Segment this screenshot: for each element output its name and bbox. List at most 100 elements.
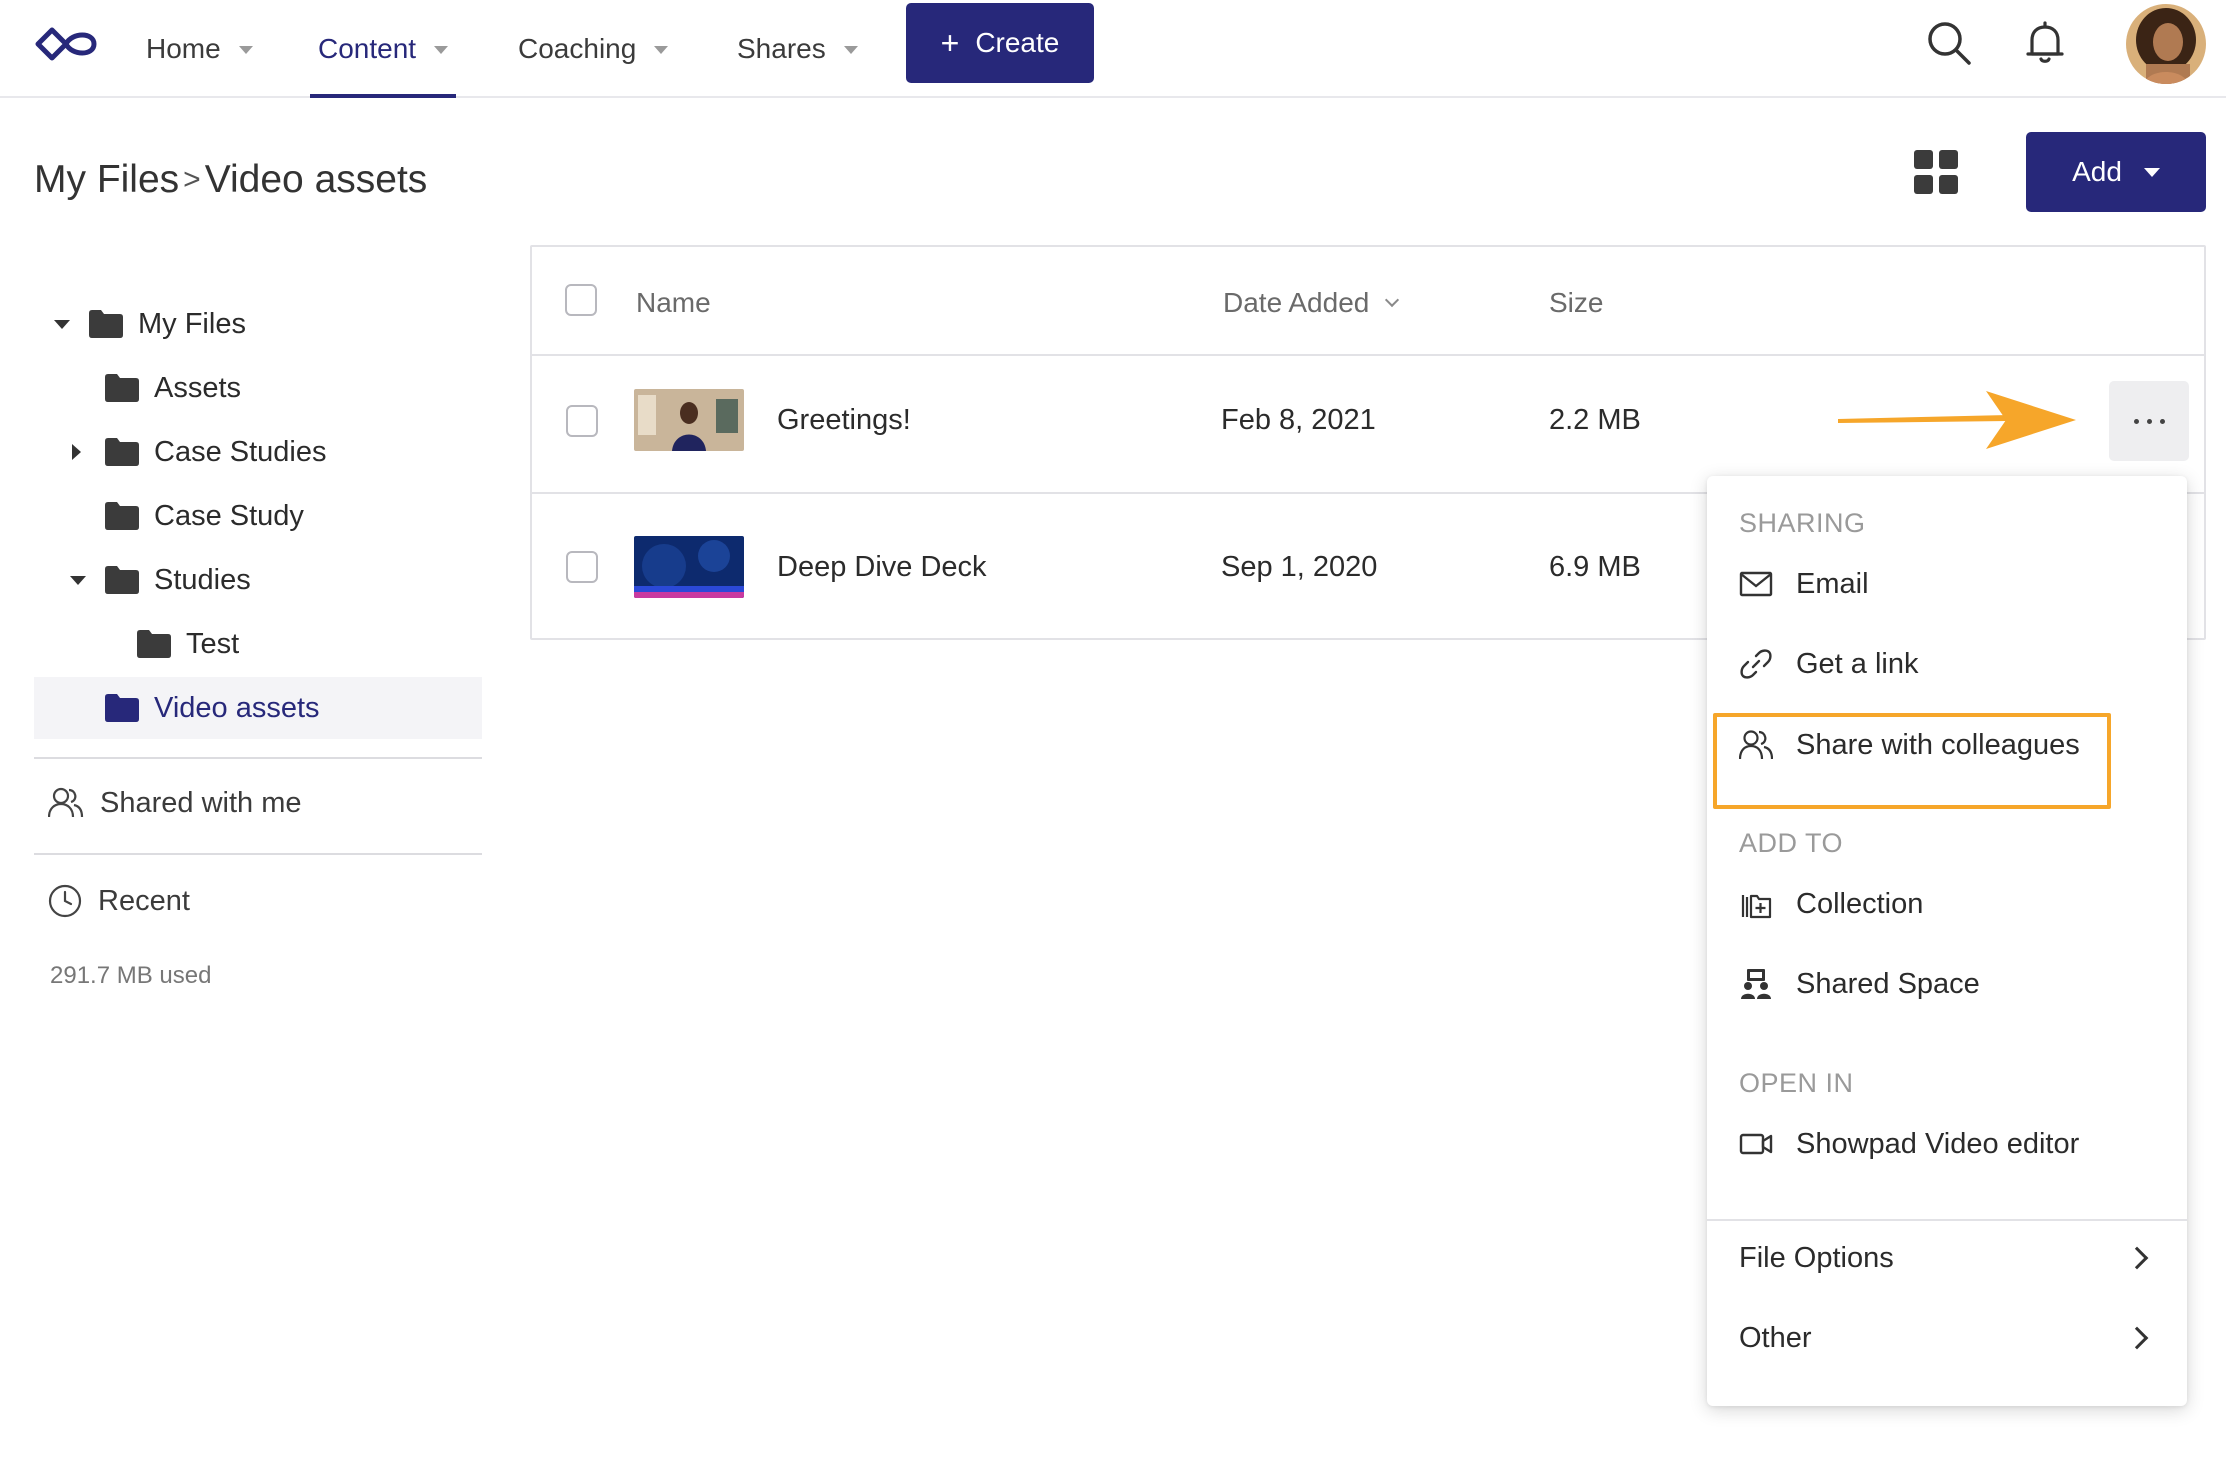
menu-item-email[interactable]: Email bbox=[1707, 552, 2187, 616]
sidebar-item-my-files[interactable]: My Files bbox=[34, 293, 482, 355]
recent-label: Recent bbox=[98, 884, 190, 917]
menu-item-shared-space[interactable]: Shared Space bbox=[1707, 952, 2187, 1016]
column-header-date-label: Date Added bbox=[1223, 287, 1370, 318]
sidebar-item-studies[interactable]: Studies bbox=[34, 549, 482, 611]
sidebar-item-label: Test bbox=[186, 627, 240, 660]
search-icon[interactable] bbox=[1924, 18, 1974, 68]
create-button[interactable]: + Create bbox=[906, 3, 1094, 83]
chevron-down-icon bbox=[2143, 167, 2160, 177]
shared-with-me-label: Shared with me bbox=[100, 786, 302, 819]
select-all-checkbox[interactable] bbox=[565, 284, 597, 316]
chevron-down-icon bbox=[238, 46, 253, 54]
nav-shares[interactable]: Shares bbox=[737, 0, 858, 98]
sidebar-item-test[interactable]: Test bbox=[34, 613, 482, 675]
row-checkbox[interactable] bbox=[566, 405, 598, 437]
sidebar-item-case-study[interactable]: Case Study bbox=[34, 485, 482, 547]
sort-chevron-icon bbox=[1385, 292, 1400, 308]
nav-home[interactable]: Home bbox=[146, 0, 253, 98]
caret-down-icon[interactable] bbox=[70, 575, 86, 585]
create-button-label: Create bbox=[975, 27, 1060, 58]
add-button-label: Add bbox=[2072, 156, 2122, 187]
sidebar-item-label: Case Study bbox=[154, 499, 304, 532]
breadcrumb-separator: > bbox=[183, 163, 201, 196]
add-button[interactable]: Add bbox=[2026, 132, 2206, 212]
link-icon bbox=[1740, 649, 1772, 679]
shared-space-icon bbox=[1741, 969, 1771, 999]
row-checkbox[interactable] bbox=[566, 551, 598, 583]
thumbnail-image-icon bbox=[634, 389, 744, 451]
showpad-logo-icon[interactable] bbox=[32, 24, 100, 64]
nav-content[interactable]: Content bbox=[310, 0, 457, 98]
menu-item-label: Shared Space bbox=[1796, 967, 1980, 1000]
bell-icon[interactable] bbox=[2020, 18, 2070, 68]
video-thumbnail[interactable] bbox=[634, 536, 744, 598]
people-icon bbox=[1739, 730, 1773, 760]
ellipsis-icon bbox=[2133, 418, 2165, 424]
shared-with-me-link[interactable]: Shared with me bbox=[48, 786, 302, 820]
menu-item-collection[interactable]: Collection bbox=[1707, 872, 2187, 936]
sidebar-item-label: Assets bbox=[154, 371, 242, 404]
menu-item-file-options[interactable]: File Options bbox=[1707, 1226, 2187, 1290]
sidebar-item-video-assets[interactable]: Video assets bbox=[34, 677, 482, 739]
folder-icon bbox=[89, 310, 123, 338]
breadcrumb-root[interactable]: My Files bbox=[34, 158, 179, 202]
breadcrumb-current: Video assets bbox=[204, 158, 428, 201]
thumbnail-image-icon bbox=[634, 536, 744, 598]
menu-item-get-link[interactable]: Get a link bbox=[1707, 632, 2187, 696]
menu-item-label: Email bbox=[1796, 567, 1869, 600]
user-avatar[interactable] bbox=[2126, 4, 2206, 84]
top-navigation-bar: Home Content Coaching Shares + Create bbox=[0, 0, 2226, 98]
video-thumbnail[interactable] bbox=[634, 389, 744, 451]
clock-icon bbox=[48, 884, 82, 918]
annotation-arrow-icon bbox=[1838, 391, 2076, 449]
avatar-photo-icon bbox=[2126, 4, 2206, 84]
chevron-right-icon bbox=[2125, 1246, 2149, 1270]
menu-item-share-with-colleagues[interactable]: Share with colleagues bbox=[1707, 713, 2187, 777]
file-size: 6.9 MB bbox=[1549, 551, 1641, 583]
recent-link[interactable]: Recent bbox=[48, 884, 190, 918]
chevron-down-icon bbox=[843, 46, 858, 54]
sidebar-divider bbox=[34, 853, 482, 855]
menu-item-label: Other bbox=[1739, 1321, 1812, 1354]
grid-view-icon[interactable] bbox=[1914, 150, 1958, 194]
file-name[interactable]: Deep Dive Deck bbox=[777, 551, 987, 584]
column-header-name[interactable]: Name bbox=[636, 287, 711, 319]
file-date: Feb 8, 2021 bbox=[1221, 404, 1376, 436]
nav-coaching-label: Coaching bbox=[518, 33, 637, 64]
folder-icon bbox=[105, 374, 139, 402]
collection-add-icon bbox=[1741, 894, 1772, 919]
menu-item-label: Share with colleagues bbox=[1796, 728, 2080, 761]
file-date: Sep 1, 2020 bbox=[1221, 551, 1378, 583]
more-options-button[interactable] bbox=[2109, 381, 2189, 461]
folder-icon bbox=[105, 502, 139, 530]
menu-item-label: Get a link bbox=[1796, 647, 1919, 680]
folder-icon bbox=[137, 630, 171, 658]
caret-down-icon[interactable] bbox=[54, 319, 70, 329]
menu-divider bbox=[1707, 1219, 2187, 1221]
menu-item-label: Collection bbox=[1796, 887, 1924, 920]
storage-usage: 291.7 MB used bbox=[50, 962, 212, 989]
video-camera-icon bbox=[1739, 1133, 1773, 1155]
menu-item-video-editor[interactable]: Showpad Video editor bbox=[1707, 1112, 2187, 1176]
sidebar-item-label: My Files bbox=[138, 307, 246, 340]
breadcrumb: My Files > Video assets bbox=[34, 158, 427, 202]
envelope-icon bbox=[1739, 571, 1773, 597]
nav-home-label: Home bbox=[146, 33, 221, 64]
column-header-date-added[interactable]: Date Added bbox=[1223, 287, 1400, 319]
file-size: 2.2 MB bbox=[1549, 404, 1641, 436]
file-name[interactable]: Greetings! bbox=[777, 404, 911, 437]
caret-right-icon[interactable] bbox=[72, 444, 81, 460]
menu-section-add-to: ADD TO bbox=[1739, 828, 1844, 858]
sidebar-item-label: Case Studies bbox=[154, 435, 327, 468]
folder-icon bbox=[105, 566, 139, 594]
file-context-menu: SHARING Email Get a link Share with coll… bbox=[1707, 476, 2187, 1406]
menu-item-other[interactable]: Other bbox=[1707, 1306, 2187, 1370]
menu-item-label: File Options bbox=[1739, 1241, 1894, 1274]
sidebar-item-assets[interactable]: Assets bbox=[34, 357, 482, 419]
nav-coaching[interactable]: Coaching bbox=[518, 0, 669, 98]
people-icon bbox=[48, 787, 84, 818]
nav-shares-label: Shares bbox=[737, 33, 826, 64]
column-header-size[interactable]: Size bbox=[1549, 287, 1603, 319]
sidebar-item-case-studies[interactable]: Case Studies bbox=[34, 421, 482, 483]
plus-icon: + bbox=[940, 24, 960, 61]
